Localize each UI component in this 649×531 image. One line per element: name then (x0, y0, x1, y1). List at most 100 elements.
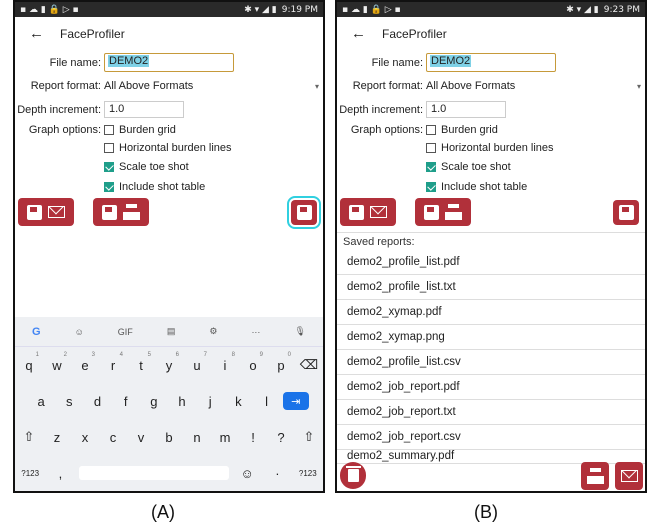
key[interactable]: p0 (269, 352, 293, 373)
key[interactable]: w2 (45, 352, 69, 373)
shift-key[interactable]: ⇧ (17, 429, 41, 445)
key[interactable]: s (57, 394, 81, 409)
app-bar: ← FaceProfiler (15, 17, 323, 50)
key[interactable]: z (45, 430, 69, 445)
list-item[interactable]: demo2_job_report.pdf (337, 375, 645, 400)
save-print-button[interactable] (93, 198, 149, 226)
print-button[interactable] (581, 462, 609, 490)
save-email-button[interactable] (340, 198, 396, 226)
key[interactable]: e3 (73, 352, 97, 373)
key[interactable]: c (101, 430, 125, 445)
key[interactable]: k (226, 394, 250, 409)
key[interactable]: t5 (129, 352, 153, 373)
list-item[interactable]: demo2_profile_list.txt (337, 275, 645, 300)
symbols-key-2[interactable]: ?123 (296, 469, 320, 478)
key[interactable]: l (255, 394, 279, 409)
checkbox[interactable] (104, 125, 114, 136)
key[interactable]: v (129, 430, 153, 445)
option-burden-grid[interactable]: Burden grid (104, 124, 176, 136)
checkbox[interactable] (104, 143, 114, 154)
save-button[interactable] (613, 200, 639, 225)
checkbox[interactable] (426, 143, 436, 154)
key-row-1: q1 w2 e3 r4 t5 y6 u7 i8 o9 p0 ⌫ (15, 347, 323, 383)
email-button[interactable] (615, 462, 643, 490)
key[interactable]: q1 (17, 352, 41, 373)
key[interactable]: h (170, 394, 194, 409)
key[interactable]: r4 (101, 352, 125, 373)
file-name-input[interactable]: DEMO2 (104, 53, 234, 72)
list-item[interactable]: demo2_profile_list.csv (337, 350, 645, 375)
report-format-select[interactable]: All Above Formats (104, 80, 193, 92)
save-button[interactable] (287, 196, 321, 229)
list-item[interactable]: demo2_xymap.pdf (337, 300, 645, 325)
key[interactable]: ! (241, 430, 265, 445)
key[interactable]: a (29, 394, 53, 409)
dropdown-arrow-icon[interactable]: ▾ (315, 82, 319, 91)
checkbox-checked[interactable] (104, 182, 114, 193)
floppy-disk-icon (349, 204, 364, 220)
save-email-button[interactable] (18, 198, 74, 226)
envelope-icon (620, 470, 638, 482)
depth-increment-label: Depth increment: (339, 103, 423, 116)
enter-key[interactable]: ⇥ (282, 392, 309, 410)
key[interactable]: i8 (213, 352, 237, 373)
key[interactable]: m (213, 430, 237, 445)
key[interactable]: n (185, 430, 209, 445)
notification-icons: ▪ ☁ ▮ 🔒 ▷ ▪ (20, 4, 79, 15)
shift-key[interactable]: ⇧ (297, 429, 321, 445)
microphone-icon[interactable]: 🎙 (294, 326, 305, 337)
checkbox-checked[interactable] (426, 162, 436, 173)
clipboard-icon[interactable]: ▤ (167, 326, 176, 337)
space-key[interactable] (78, 466, 229, 480)
checkbox-checked[interactable] (104, 162, 114, 173)
on-screen-keyboard: G ☺ GIF ▤ ⚙ ··· 🎙 q1 w2 e3 r4 t5 y6 u7 i… (15, 317, 323, 491)
save-print-button[interactable] (415, 198, 471, 226)
key[interactable]: d (85, 394, 109, 409)
list-item[interactable]: demo2_job_report.csv (337, 425, 645, 450)
signal-icons: ✱ ▾ ◢ ▮ (566, 4, 599, 15)
option-horizontal-burden-lines[interactable]: Horizontal burden lines (104, 142, 232, 154)
option-include-shot-table[interactable]: Include shot table (104, 181, 205, 193)
emoji-key[interactable]: ☺ (235, 466, 259, 481)
gif-button[interactable]: GIF (118, 327, 133, 337)
more-icon[interactable]: ··· (251, 327, 260, 337)
key[interactable]: ? (269, 430, 293, 445)
screenshot-a: ▪ ☁ ▮ 🔒 ▷ ▪ ✱ ▾ ◢ ▮ 9:19 PM ← FaceProfile… (13, 0, 325, 493)
key[interactable]: y6 (157, 352, 181, 373)
list-item[interactable]: demo2_profile_list.pdf (337, 250, 645, 275)
key[interactable]: u7 (185, 352, 209, 373)
file-name-value: DEMO2 (108, 55, 150, 67)
depth-increment-input[interactable]: 1.0 (104, 101, 184, 118)
file-name-input[interactable]: DEMO2 (426, 53, 556, 72)
key[interactable]: o9 (241, 352, 265, 373)
back-arrow-icon[interactable]: ← (29, 25, 44, 42)
key[interactable]: b (157, 430, 181, 445)
list-item[interactable]: demo2_xymap.png (337, 325, 645, 350)
checkbox-checked[interactable] (426, 182, 436, 193)
option-scale-toe-shot[interactable]: Scale toe shot (104, 161, 189, 173)
option-burden-grid[interactable]: Burden grid (426, 124, 498, 136)
option-scale-toe-shot[interactable]: Scale toe shot (426, 161, 511, 173)
comma-key[interactable]: , (48, 466, 72, 481)
period-key[interactable]: · (265, 466, 289, 481)
key[interactable]: j (198, 394, 222, 409)
key[interactable]: x (73, 430, 97, 445)
list-item[interactable]: demo2_job_report.txt (337, 400, 645, 425)
checkbox[interactable] (426, 125, 436, 136)
back-arrow-icon[interactable]: ← (351, 25, 366, 42)
key[interactable]: f (114, 394, 138, 409)
settings-gear-icon[interactable]: ⚙ (209, 326, 217, 337)
delete-button[interactable] (340, 462, 366, 489)
depth-increment-input[interactable]: 1.0 (426, 101, 506, 118)
backspace-key[interactable]: ⌫ (297, 357, 321, 373)
report-format-select[interactable]: All Above Formats (426, 80, 515, 92)
report-format-label: Report format: (30, 80, 101, 92)
dropdown-arrow-icon[interactable]: ▾ (637, 82, 641, 91)
symbols-key[interactable]: ?123 (18, 469, 42, 478)
status-bar: ▪ ☁ ▮ 🔒 ▷ ▪ ✱ ▾ ◢ ▮ 9:19 PM (15, 2, 323, 17)
option-include-shot-table[interactable]: Include shot table (426, 181, 527, 193)
google-icon[interactable]: G (32, 326, 41, 338)
key[interactable]: g (142, 394, 166, 409)
option-horizontal-burden-lines[interactable]: Horizontal burden lines (426, 142, 554, 154)
sticker-icon[interactable]: ☺ (75, 327, 84, 337)
